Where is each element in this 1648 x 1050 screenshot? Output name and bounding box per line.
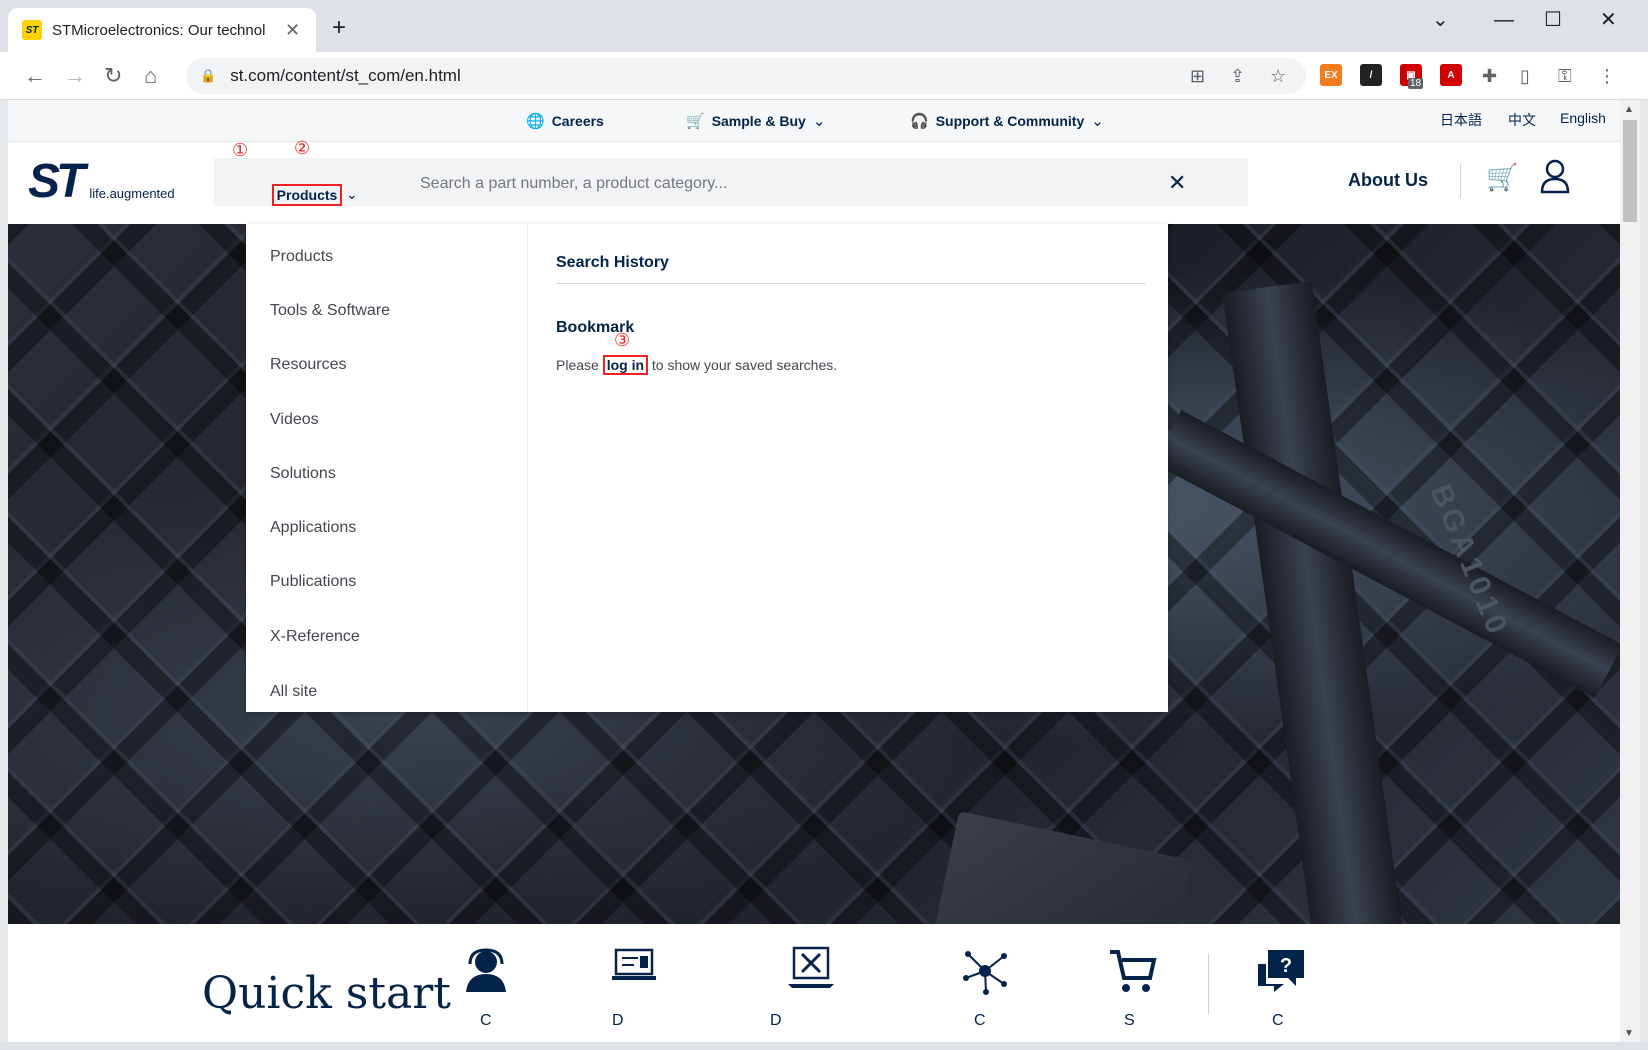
lang-japanese[interactable]: 日本語 <box>1440 110 1482 130</box>
quick-start-label: D <box>770 1012 782 1029</box>
quick-start-label: C <box>480 1012 492 1029</box>
side-panel-icon[interactable]: ▯ <box>1520 66 1530 87</box>
maximize-icon[interactable]: ☐ <box>1544 8 1562 32</box>
extensions-puzzle-icon[interactable]: ✚ <box>1482 66 1497 87</box>
category-x-reference[interactable]: X-Reference <box>270 628 360 646</box>
svg-text:?: ? <box>1280 955 1292 977</box>
st-logo-mark: ST <box>28 155 85 208</box>
category-all-site[interactable]: All site <box>270 683 317 701</box>
clear-search-icon[interactable]: ✕ <box>1168 172 1186 194</box>
category-products[interactable]: Products <box>270 248 333 266</box>
annotation-marker-1: ① <box>232 140 249 160</box>
extension-dark-icon[interactable]: / <box>1360 64 1382 86</box>
user-account-icon[interactable] <box>1540 158 1570 194</box>
design-tools-icon[interactable] <box>610 946 658 991</box>
chrome-menu-icon[interactable]: ⋮ <box>1598 66 1616 87</box>
search-category-list: Products Tools & Software Resources Vide… <box>246 224 528 712</box>
bookmark-star-icon[interactable]: ☆ <box>1270 66 1286 87</box>
community-network-icon[interactable] <box>960 946 1010 1001</box>
site-header: ST life.augmented ① ② Products ⌄ ✕ About… <box>8 138 1620 224</box>
search-dropdown-panel: Products Tools & Software Resources Vide… <box>246 224 1168 712</box>
extension-badge-count: 18 <box>1408 78 1424 89</box>
quick-start-divider <box>1208 954 1209 1014</box>
category-resources[interactable]: Resources <box>270 356 346 374</box>
sample-buy-menu[interactable]: 🛒 Sample & Buy ⌄ <box>686 112 825 130</box>
st-logo[interactable]: ST life.augmented <box>28 155 175 208</box>
st-favicon-icon: ST <box>22 20 42 40</box>
globe-icon: 🌐 <box>526 113 545 130</box>
tab-title: STMicroelectronics: Our technol <box>52 21 266 39</box>
forward-icon[interactable]: → <box>64 62 86 90</box>
tab-close-icon[interactable]: ✕ <box>285 20 300 41</box>
category-solutions[interactable]: Solutions <box>270 465 336 483</box>
quick-start-title: Quick start <box>202 968 451 1019</box>
panel-divider <box>556 283 1146 284</box>
category-videos[interactable]: Videos <box>270 411 319 429</box>
log-in-link[interactable]: log in <box>602 355 649 375</box>
quick-start-section: Quick start ? C D D C S C <box>8 924 1620 1042</box>
quick-start-label: S <box>1124 1012 1135 1029</box>
category-tools-software[interactable]: Tools & Software <box>270 302 390 320</box>
annotation-marker-2: ② <box>294 138 311 158</box>
new-tab-icon[interactable]: + <box>332 16 346 40</box>
products-scope-dropdown[interactable]: Products <box>272 184 342 206</box>
lang-chinese[interactable]: 中文 <box>1508 110 1536 130</box>
development-tools-icon[interactable] <box>786 946 836 995</box>
quick-start-label: C <box>1272 1012 1284 1029</box>
chevron-down-icon: ⌄ <box>812 113 826 130</box>
url-text: st.com/content/st_com/en.html <box>230 66 461 85</box>
translate-icon[interactable]: ⊞ <box>1190 66 1205 87</box>
login-prompt: Please log in to show your saved searche… <box>556 355 838 375</box>
logo-tagline: life.augmented <box>89 186 175 201</box>
profile-lock-icon[interactable]: ⚿ <box>1558 66 1572 87</box>
about-us-link[interactable]: About Us <box>1348 170 1428 191</box>
window-close-icon[interactable]: ✕ <box>1600 8 1617 32</box>
lock-icon: 🔒 <box>200 68 217 83</box>
support-community-menu[interactable]: 🎧 Support & Community ⌄ <box>910 112 1104 130</box>
scrollbar-thumb[interactable] <box>1623 120 1637 222</box>
contact-question-icon[interactable]: ? <box>1256 946 1306 1001</box>
search-input[interactable] <box>418 172 1158 196</box>
share-icon[interactable]: ⇪ <box>1230 66 1245 87</box>
customer-support-icon[interactable] <box>460 946 510 1001</box>
address-bar[interactable]: 🔒 st.com/content/st_com/en.html <box>186 58 1306 94</box>
category-applications[interactable]: Applications <box>270 519 356 537</box>
home-icon[interactable]: ⌂ <box>144 62 157 90</box>
scroll-up-icon[interactable]: ▲ <box>1624 104 1634 115</box>
careers-link[interactable]: 🌐 Careers <box>526 112 604 130</box>
annotation-marker-3: ③ <box>614 330 631 350</box>
cart-small-icon: 🛒 <box>686 113 705 130</box>
page-scrollbar[interactable] <box>1620 100 1640 1042</box>
window-bottom-edge <box>0 1042 1648 1050</box>
chevron-down-icon: ⌄ <box>1091 113 1104 130</box>
reload-icon[interactable]: ↻ <box>104 62 122 90</box>
quick-start-label: D <box>612 1012 624 1029</box>
header-divider <box>1460 164 1461 198</box>
minimize-icon[interactable]: — <box>1494 8 1514 32</box>
extension-ex-icon[interactable]: EX <box>1320 64 1342 86</box>
cart-icon[interactable]: 🛒 <box>1486 162 1518 193</box>
browser-tab[interactable]: ST STMicroelectronics: Our technol ✕ <box>8 8 316 52</box>
headset-icon: 🎧 <box>910 113 929 130</box>
lang-english[interactable]: English <box>1560 110 1606 126</box>
store-cart-icon[interactable] <box>1108 946 1158 1001</box>
web-page: 🌐 Careers 🛒 Sample & Buy ⌄ 🎧 Support & Commu… <box>8 100 1620 1042</box>
back-icon[interactable]: ← <box>24 62 46 90</box>
category-publications[interactable]: Publications <box>270 573 356 591</box>
scroll-down-icon[interactable]: ▼ <box>1624 1028 1634 1039</box>
pdf-extension-icon[interactable]: A <box>1440 64 1462 86</box>
search-history-heading: Search History <box>556 254 669 271</box>
chevron-down-icon[interactable]: ⌄ <box>346 186 358 203</box>
tab-search-chevron-icon[interactable]: ⌄ <box>1432 8 1449 32</box>
quick-start-label: C <box>974 1012 986 1029</box>
